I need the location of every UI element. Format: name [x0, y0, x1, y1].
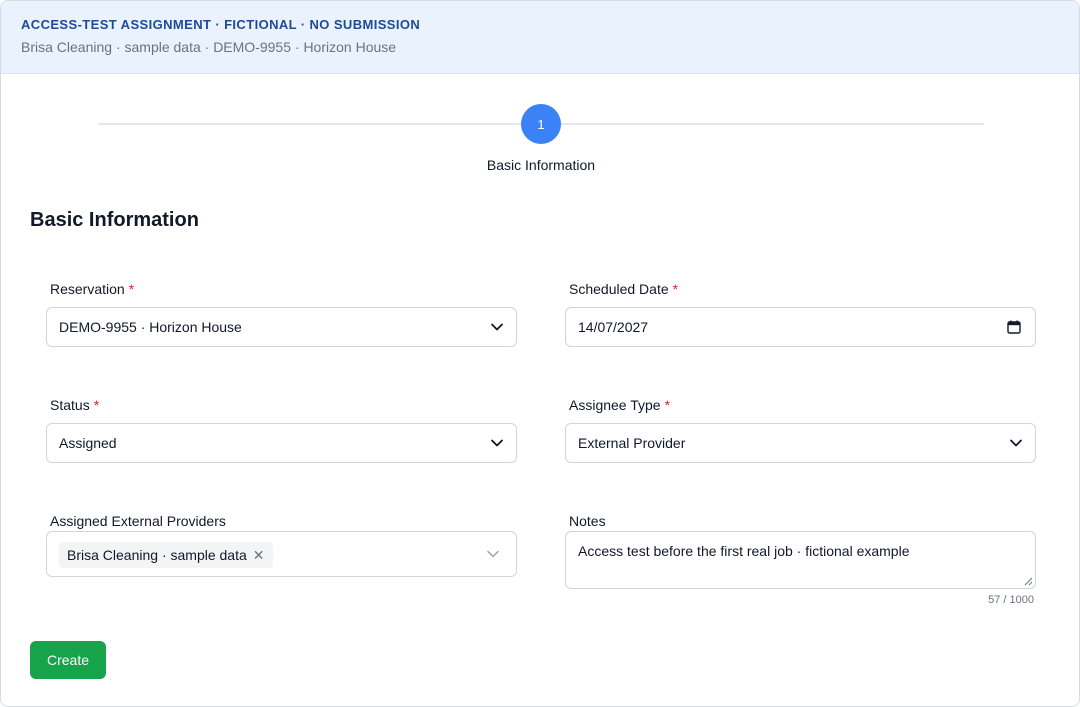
calendar-icon[interactable] [1007, 320, 1021, 334]
chevron-down-icon [1010, 439, 1022, 447]
reservation-value: DEMO-9955 · Horizon House [59, 319, 242, 335]
provider-chip: Brisa Cleaning · sample data ✕ [59, 542, 273, 568]
notes-textarea[interactable]: Access test before the first real job · … [565, 531, 1036, 589]
status-label: Status * [50, 397, 99, 413]
notes-value: Access test before the first real job · … [578, 543, 910, 559]
step-1-indicator[interactable]: 1 [521, 104, 561, 144]
status-select[interactable]: Assigned [46, 423, 517, 463]
scheduled-date-label: Scheduled Date * [569, 281, 678, 297]
create-button[interactable]: Create [30, 641, 106, 679]
chevron-down-icon [491, 439, 503, 447]
scheduled-date-label-text: Scheduled Date [569, 281, 669, 297]
required-marker: * [128, 281, 135, 297]
form-window: ACCESS-TEST ASSIGNMENT · FICTIONAL · NO … [0, 0, 1080, 707]
notice-banner: ACCESS-TEST ASSIGNMENT · FICTIONAL · NO … [1, 1, 1079, 74]
step-1-label: Basic Information [486, 157, 596, 173]
required-marker: * [672, 281, 679, 297]
reservation-label-text: Reservation [50, 281, 125, 297]
scheduled-date-input[interactable]: 14/07/2027 [565, 307, 1036, 347]
banner-title: ACCESS-TEST ASSIGNMENT · FICTIONAL · NO … [21, 17, 421, 32]
chevron-down-icon [487, 550, 499, 558]
assignee-type-select[interactable]: External Provider [565, 423, 1036, 463]
section-title: Basic Information [30, 209, 199, 231]
status-value: Assigned [59, 435, 117, 451]
assignee-type-label: Assignee Type * [569, 397, 670, 413]
required-marker: * [664, 397, 671, 413]
provider-chip-label: Brisa Cleaning · sample data [67, 547, 247, 563]
assigned-providers-multiselect[interactable]: Brisa Cleaning · sample data ✕ [46, 531, 517, 577]
assignee-type-label-text: Assignee Type [569, 397, 661, 413]
resize-handle-icon[interactable] [1023, 576, 1033, 586]
assignee-type-value: External Provider [578, 435, 686, 451]
reservation-label: Reservation * [50, 281, 134, 297]
required-marker: * [93, 397, 100, 413]
close-icon[interactable]: ✕ [253, 547, 265, 564]
assigned-providers-label: Assigned External Providers [50, 513, 226, 529]
reservation-select[interactable]: DEMO-9955 · Horizon House [46, 307, 517, 347]
status-label-text: Status [50, 397, 90, 413]
scheduled-date-value: 14/07/2027 [578, 319, 649, 335]
banner-subtitle: Brisa Cleaning · sample data · DEMO-9955… [21, 39, 397, 55]
notes-label: Notes [569, 513, 606, 529]
notes-char-counter: 57 / 1000 [988, 594, 1034, 606]
chevron-down-icon [491, 323, 503, 331]
